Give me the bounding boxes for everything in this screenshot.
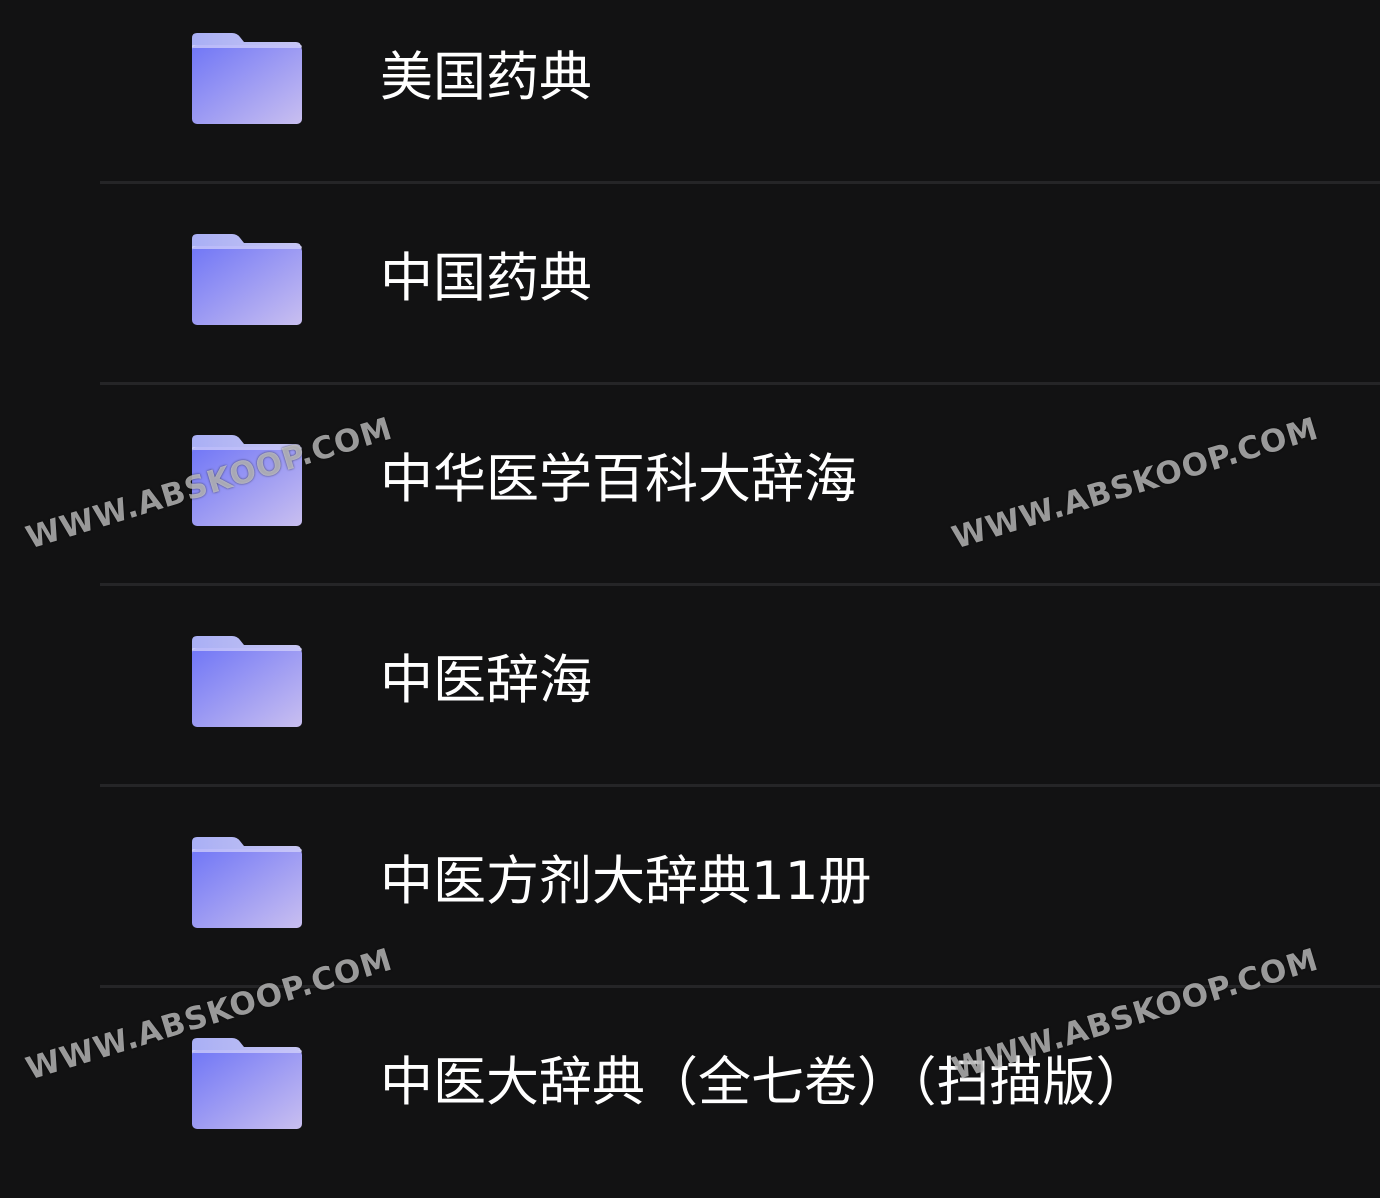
row-divider <box>100 784 1380 787</box>
folder-icon <box>192 434 302 526</box>
row-divider <box>100 583 1380 586</box>
folder-name: 中国药典 <box>380 248 592 309</box>
folder-icon <box>192 1037 302 1129</box>
row-divider <box>100 985 1380 988</box>
folder-row[interactable]: 中国药典 <box>0 201 1380 402</box>
folder-row[interactable]: 中医辞海 <box>0 603 1380 804</box>
folder-icon <box>192 635 302 727</box>
folder-row[interactable]: 美国药典 <box>0 0 1380 201</box>
folder-list: 美国药典 中国药典 中华医学百科大辞海 中医辞海 中医方剂大辞典11册 中医大辞… <box>0 0 1380 1198</box>
folder-row[interactable]: 中华医学百科大辞海 <box>0 402 1380 603</box>
folder-name: 中医辞海 <box>380 650 592 711</box>
folder-icon <box>192 32 302 124</box>
row-divider <box>100 382 1380 385</box>
folder-name: 中华医学百科大辞海 <box>380 449 857 510</box>
folder-name: 中医方剂大辞典11册 <box>380 851 872 912</box>
folder-row[interactable]: 中医方剂大辞典11册 <box>0 804 1380 1005</box>
folder-name: 美国药典 <box>380 47 592 108</box>
folder-icon <box>192 233 302 325</box>
folder-name: 中医大辞典（全七卷）（扫描版） <box>380 1052 1149 1113</box>
row-divider <box>100 181 1380 184</box>
folder-icon <box>192 836 302 928</box>
folder-row[interactable]: 中医大辞典（全七卷）（扫描版） <box>0 1005 1380 1198</box>
